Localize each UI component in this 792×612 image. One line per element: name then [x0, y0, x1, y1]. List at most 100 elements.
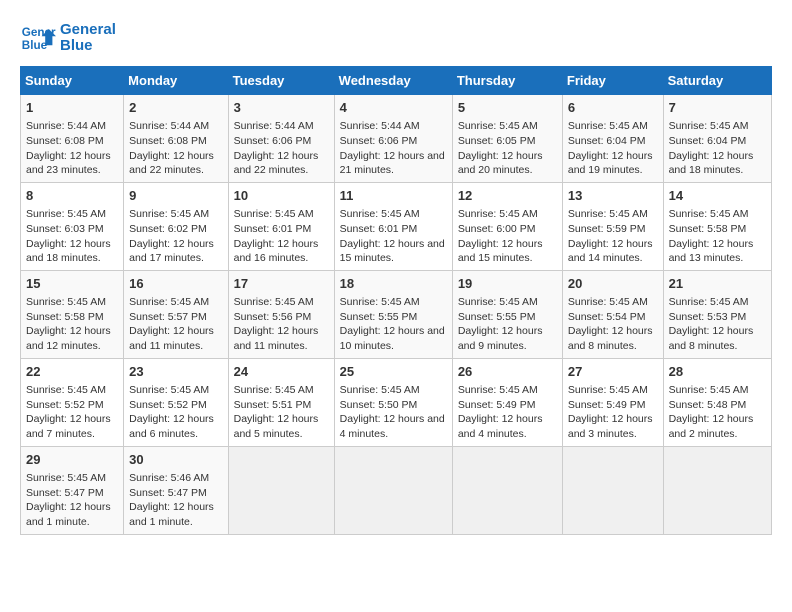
calendar-cell: 19Sunrise: 5:45 AMSunset: 5:55 PMDayligh…	[452, 270, 562, 358]
calendar-cell: 4Sunrise: 5:44 AMSunset: 6:06 PMDaylight…	[334, 95, 452, 183]
sunset-text: Sunset: 6:06 PM	[340, 135, 418, 147]
sunset-text: Sunset: 5:53 PM	[669, 311, 747, 323]
calendar-week-row: 8Sunrise: 5:45 AMSunset: 6:03 PMDaylight…	[21, 182, 772, 270]
sunrise-text: Sunrise: 5:44 AM	[340, 120, 420, 132]
daylight-text: Daylight: 12 hours and 18 minutes.	[26, 238, 111, 265]
day-number: 2	[129, 99, 222, 117]
sunset-text: Sunset: 6:08 PM	[129, 135, 207, 147]
day-number: 4	[340, 99, 447, 117]
day-number: 18	[340, 275, 447, 293]
sunrise-text: Sunrise: 5:45 AM	[129, 384, 209, 396]
col-header-thursday: Thursday	[452, 67, 562, 95]
sunset-text: Sunset: 5:56 PM	[234, 311, 312, 323]
daylight-text: Daylight: 12 hours and 4 minutes.	[340, 413, 445, 440]
svg-text:Blue: Blue	[22, 39, 48, 52]
sunrise-text: Sunrise: 5:45 AM	[129, 208, 209, 220]
calendar-cell: 5Sunrise: 5:45 AMSunset: 6:05 PMDaylight…	[452, 95, 562, 183]
calendar-cell: 24Sunrise: 5:45 AMSunset: 5:51 PMDayligh…	[228, 358, 334, 446]
daylight-text: Daylight: 12 hours and 9 minutes.	[458, 325, 543, 352]
daylight-text: Daylight: 12 hours and 5 minutes.	[234, 413, 319, 440]
calendar-cell	[452, 446, 562, 534]
calendar-week-row: 29Sunrise: 5:45 AMSunset: 5:47 PMDayligh…	[21, 446, 772, 534]
daylight-text: Daylight: 12 hours and 8 minutes.	[568, 325, 653, 352]
sunset-text: Sunset: 6:08 PM	[26, 135, 104, 147]
calendar-cell: 17Sunrise: 5:45 AMSunset: 5:56 PMDayligh…	[228, 270, 334, 358]
calendar-header-row: SundayMondayTuesdayWednesdayThursdayFrid…	[21, 67, 772, 95]
day-number: 19	[458, 275, 557, 293]
calendar-week-row: 1 Sunrise: 5:44 AM Sunset: 6:08 PM Daylight…	[21, 95, 772, 183]
sunrise-text: Sunrise: 5:45 AM	[669, 296, 749, 308]
calendar-cell: 14Sunrise: 5:45 AMSunset: 5:58 PMDayligh…	[663, 182, 771, 270]
day-number: 20	[568, 275, 658, 293]
sunrise-text: Sunrise: 5:45 AM	[340, 384, 420, 396]
calendar-cell: 10Sunrise: 5:45 AMSunset: 6:01 PMDayligh…	[228, 182, 334, 270]
sunset-text: Sunset: 5:58 PM	[26, 311, 104, 323]
logo-icon: General Blue	[20, 20, 56, 56]
day-number: 10	[234, 187, 329, 205]
day-number: 8	[26, 187, 118, 205]
sunset-text: Sunset: 5:52 PM	[129, 399, 207, 411]
sunset-text: Sunset: 5:59 PM	[568, 223, 646, 235]
col-header-tuesday: Tuesday	[228, 67, 334, 95]
calendar-cell: 29Sunrise: 5:45 AMSunset: 5:47 PMDayligh…	[21, 446, 124, 534]
calendar-week-row: 22Sunrise: 5:45 AMSunset: 5:52 PMDayligh…	[21, 358, 772, 446]
sunrise-text: Sunrise: 5:44 AM	[26, 120, 106, 132]
calendar-cell: 11Sunrise: 5:45 AMSunset: 6:01 PMDayligh…	[334, 182, 452, 270]
sunset-text: Sunset: 5:49 PM	[568, 399, 646, 411]
day-number: 3	[234, 99, 329, 117]
daylight-text: Daylight: 12 hours and 23 minutes.	[26, 150, 111, 177]
sunrise-text: Sunrise: 5:45 AM	[26, 384, 106, 396]
calendar-cell: 12Sunrise: 5:45 AMSunset: 6:00 PMDayligh…	[452, 182, 562, 270]
daylight-text: Daylight: 12 hours and 12 minutes.	[26, 325, 111, 352]
day-number: 1	[26, 99, 118, 117]
calendar-cell	[562, 446, 663, 534]
calendar-cell: 13Sunrise: 5:45 AMSunset: 5:59 PMDayligh…	[562, 182, 663, 270]
sunrise-text: Sunrise: 5:45 AM	[26, 296, 106, 308]
daylight-text: Daylight: 12 hours and 15 minutes.	[458, 238, 543, 265]
calendar-cell: 28Sunrise: 5:45 AMSunset: 5:48 PMDayligh…	[663, 358, 771, 446]
sunrise-text: Sunrise: 5:45 AM	[234, 384, 314, 396]
calendar-cell: 22Sunrise: 5:45 AMSunset: 5:52 PMDayligh…	[21, 358, 124, 446]
sunset-text: Sunset: 5:57 PM	[129, 311, 207, 323]
day-number: 23	[129, 363, 222, 381]
daylight-text: Daylight: 12 hours and 18 minutes.	[669, 150, 754, 177]
daylight-text: Daylight: 12 hours and 4 minutes.	[458, 413, 543, 440]
day-number: 7	[669, 99, 766, 117]
sunset-text: Sunset: 5:54 PM	[568, 311, 646, 323]
calendar-cell: 15Sunrise: 5:45 AMSunset: 5:58 PMDayligh…	[21, 270, 124, 358]
logo: General Blue General Blue	[20, 20, 116, 56]
sunrise-text: Sunrise: 5:45 AM	[458, 296, 538, 308]
sunset-text: Sunset: 5:51 PM	[234, 399, 312, 411]
sunset-text: Sunset: 6:04 PM	[568, 135, 646, 147]
col-header-sunday: Sunday	[21, 67, 124, 95]
day-number: 26	[458, 363, 557, 381]
day-number: 12	[458, 187, 557, 205]
daylight-text: Daylight: 12 hours and 2 minutes.	[669, 413, 754, 440]
day-number: 28	[669, 363, 766, 381]
sunrise-text: Sunrise: 5:45 AM	[458, 384, 538, 396]
day-number: 14	[669, 187, 766, 205]
sunrise-text: Sunrise: 5:45 AM	[26, 208, 106, 220]
daylight-text: Daylight: 12 hours and 7 minutes.	[26, 413, 111, 440]
daylight-text: Daylight: 12 hours and 14 minutes.	[568, 238, 653, 265]
daylight-text: Daylight: 12 hours and 16 minutes.	[234, 238, 319, 265]
day-number: 13	[568, 187, 658, 205]
daylight-text: Daylight: 12 hours and 11 minutes.	[129, 325, 214, 352]
calendar-cell: 25Sunrise: 5:45 AMSunset: 5:50 PMDayligh…	[334, 358, 452, 446]
sunset-text: Sunset: 6:02 PM	[129, 223, 207, 235]
calendar-cell: 26Sunrise: 5:45 AMSunset: 5:49 PMDayligh…	[452, 358, 562, 446]
calendar-cell: 9Sunrise: 5:45 AMSunset: 6:02 PMDaylight…	[124, 182, 228, 270]
calendar-cell	[663, 446, 771, 534]
day-number: 17	[234, 275, 329, 293]
daylight-text: Daylight: 12 hours and 20 minutes.	[458, 150, 543, 177]
header: General Blue General Blue	[20, 20, 772, 56]
daylight-text: Daylight: 12 hours and 3 minutes.	[568, 413, 653, 440]
sunrise-text: Sunrise: 5:45 AM	[568, 120, 648, 132]
calendar-cell: 27Sunrise: 5:45 AMSunset: 5:49 PMDayligh…	[562, 358, 663, 446]
calendar-table: SundayMondayTuesdayWednesdayThursdayFrid…	[20, 66, 772, 535]
daylight-text: Daylight: 12 hours and 19 minutes.	[568, 150, 653, 177]
daylight-text: Daylight: 12 hours and 17 minutes.	[129, 238, 214, 265]
daylight-text: Daylight: 12 hours and 6 minutes.	[129, 413, 214, 440]
sunrise-text: Sunrise: 5:46 AM	[129, 472, 209, 484]
sunrise-text: Sunrise: 5:45 AM	[568, 296, 648, 308]
